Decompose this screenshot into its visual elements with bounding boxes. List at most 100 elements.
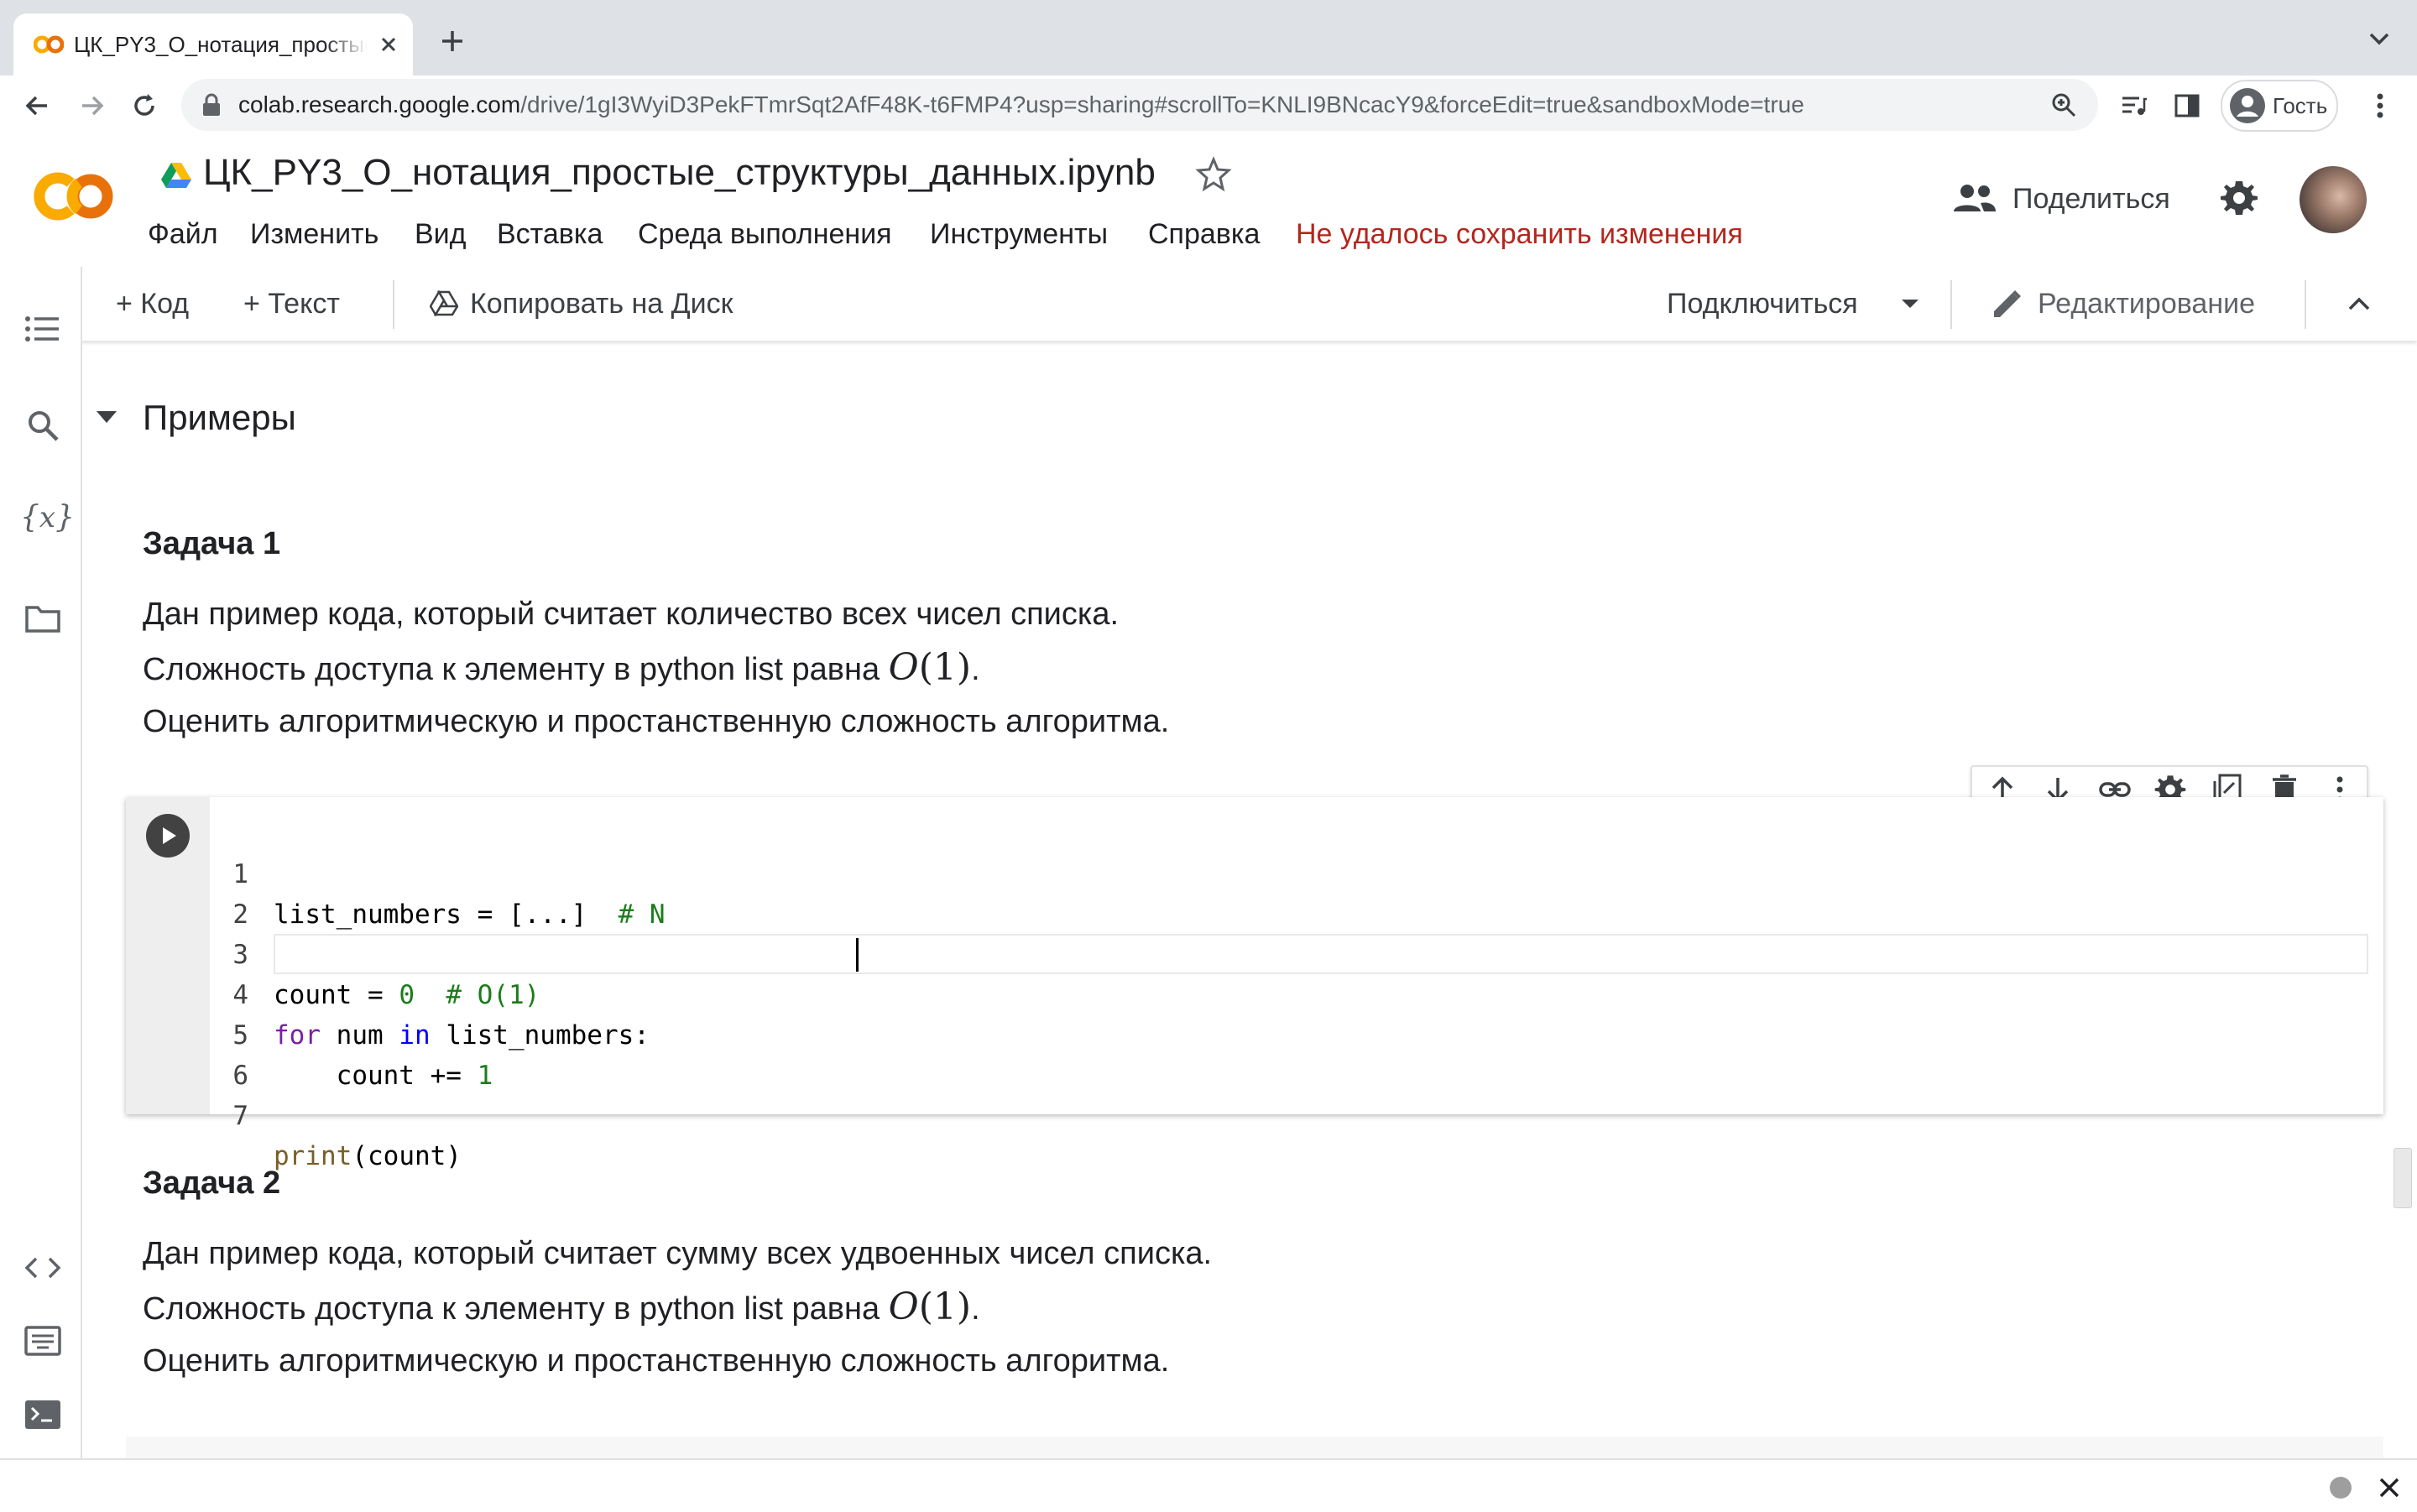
side-panel-icon[interactable] xyxy=(2172,91,2202,121)
task2-line3: Оценить алгоритмическую и простанственну… xyxy=(143,1343,1170,1379)
close-status-icon[interactable] xyxy=(2377,1475,2402,1500)
task1-line2: Сложность доступа к элементу в python li… xyxy=(143,641,980,696)
profile-label: Гость xyxy=(2273,93,2328,118)
copy-to-drive-button[interactable]: Копировать на Диск xyxy=(470,267,733,341)
toolbar-divider xyxy=(393,280,394,329)
connect-dropdown-icon[interactable] xyxy=(1900,297,1920,310)
task1-line2-text: Сложность доступа к элементу в python li… xyxy=(143,652,889,687)
url-text[interactable]: colab.research.google.com/drive/1gI3WyiD… xyxy=(238,79,1804,131)
close-tab-icon[interactable] xyxy=(378,34,399,55)
line-number: 7 xyxy=(232,1101,248,1131)
share-button[interactable]: Поделиться xyxy=(2012,178,2170,220)
toolbar-divider xyxy=(1950,280,1952,329)
menu-file[interactable]: Файл xyxy=(148,215,218,253)
next-code-cell[interactable] xyxy=(126,1436,2383,1458)
code-line: 6 xyxy=(210,1015,2383,1091)
code-editor[interactable]: 1 list_numbers = [...] # N 2 3 count = 0… xyxy=(210,797,2383,1171)
omnibox[interactable]: colab.research.google.com/drive/1gI3WyiD… xyxy=(181,79,2098,131)
colab-logo-icon[interactable] xyxy=(30,169,117,223)
lock-icon[interactable] xyxy=(200,92,223,117)
back-icon[interactable] xyxy=(22,91,52,121)
task1-math-o: O xyxy=(888,646,919,689)
code-function: print xyxy=(274,1141,352,1171)
code-line: 4 for num in list_numbers: xyxy=(210,935,2383,1051)
task2-math-arg: (1) xyxy=(918,1285,972,1328)
code-line: 7 print(count) xyxy=(210,1056,2383,1171)
reload-icon[interactable] xyxy=(129,91,159,121)
guest-avatar-icon xyxy=(2230,88,2265,123)
section-collapse-caret-icon[interactable] xyxy=(94,408,119,426)
menu-edit[interactable]: Изменить xyxy=(250,215,378,253)
task2-math-o: O xyxy=(888,1285,919,1328)
run-cell-button[interactable] xyxy=(146,814,190,858)
code-line: 5 count += 1 xyxy=(210,975,2383,1091)
notebook-toolbar: + Код + Текст Копировать на Диск Подключ… xyxy=(81,267,2417,341)
tab-title: ЦК_PY3_O_нотация_простые_структуры_данны… xyxy=(74,32,368,57)
menu-tools[interactable]: Инструменты xyxy=(930,215,1108,253)
star-icon[interactable] xyxy=(1195,156,1232,193)
user-avatar[interactable] xyxy=(2300,166,2367,233)
collapse-header-icon[interactable] xyxy=(2347,294,2372,314)
code-line: 2 xyxy=(210,854,2383,930)
connect-button[interactable]: Подключиться xyxy=(1667,267,1858,341)
zoom-icon[interactable] xyxy=(2049,91,2078,119)
url-path: /drive/1gI3WyiD3PekFTmrSqt2AfF48K-t6FMP4… xyxy=(520,91,1804,117)
forward-icon[interactable] xyxy=(77,91,107,121)
pencil-icon[interactable] xyxy=(1991,289,2023,321)
colab-favicon-icon xyxy=(34,35,64,54)
cell-gutter xyxy=(126,797,210,1114)
task1-math-arg: (1) xyxy=(918,646,972,689)
add-text-button[interactable]: + Текст xyxy=(243,267,340,341)
add-code-button[interactable]: + Код xyxy=(116,267,189,341)
terminal-icon[interactable] xyxy=(23,1398,62,1431)
menu-insert[interactable]: Вставка xyxy=(497,215,603,253)
task2-line1: Дан пример кода, который считает сумму в… xyxy=(143,1236,1213,1271)
section-heading[interactable]: Примеры xyxy=(143,394,296,441)
toolbar-divider xyxy=(2305,280,2306,329)
task1-title: Задача 1 xyxy=(143,526,281,561)
code-line: 1 list_numbers = [...] # N xyxy=(210,814,2383,930)
code-line: 3 count = 0 # O(1) xyxy=(210,894,2383,1010)
new-tab-icon[interactable] xyxy=(438,27,467,55)
task1-line3: Оценить алгоритмическую и простанственну… xyxy=(143,704,1170,739)
files-folder-icon[interactable] xyxy=(23,602,62,636)
code-snippets-icon[interactable] xyxy=(23,1252,62,1284)
editing-mode-button[interactable]: Редактирование xyxy=(2038,267,2255,341)
google-drive-icon xyxy=(161,163,191,188)
people-icon[interactable] xyxy=(1952,181,1997,215)
search-icon[interactable] xyxy=(25,408,62,445)
task2-math: O(1) xyxy=(889,1285,971,1328)
menu-view[interactable]: Вид xyxy=(415,215,467,253)
task2-title: Задача 2 xyxy=(143,1165,281,1201)
task1-line2-suffix: . xyxy=(971,652,980,687)
text-cursor xyxy=(856,938,859,972)
table-of-contents-icon[interactable] xyxy=(23,310,62,347)
browser-tab-bar: ЦК_PY3_O_нотация_простые_структуры_данны… xyxy=(0,0,2417,76)
code-text: (count) xyxy=(352,1141,462,1171)
browser-tab[interactable]: ЦК_PY3_O_нотация_простые_структуры_данны… xyxy=(13,13,413,76)
tab-search-chevron-icon[interactable] xyxy=(2367,30,2392,47)
bottom-status-bar xyxy=(0,1458,2417,1512)
media-queue-icon[interactable] xyxy=(2118,91,2148,121)
play-icon xyxy=(163,827,176,844)
task2-line2: Сложность доступа к элементу в python li… xyxy=(143,1280,980,1336)
variables-icon[interactable]: {x} xyxy=(20,500,75,534)
colab-header: ЦК_PY3_O_нотация_простые_структуры_данны… xyxy=(0,134,2417,269)
browser-address-bar: colab.research.google.com/drive/1gI3WyiD… xyxy=(0,76,2417,136)
status-indicator-dot[interactable] xyxy=(2330,1477,2352,1499)
code-cell: 1 list_numbers = [...] # N 2 3 count = 0… xyxy=(126,797,2383,1171)
task2-line2-suffix: . xyxy=(971,1291,980,1327)
command-palette-icon[interactable] xyxy=(23,1324,62,1358)
profile-guest-button[interactable]: Гость xyxy=(2221,80,2338,132)
menu-help[interactable]: Справка xyxy=(1148,215,1260,253)
settings-gear-icon[interactable] xyxy=(2219,178,2259,218)
menu-runtime[interactable]: Среда выполнения xyxy=(638,215,892,253)
task1-line1: Дан пример кода, который считает количес… xyxy=(143,597,1120,632)
browser-menu-icon[interactable] xyxy=(2368,89,2392,123)
notebook-title[interactable]: ЦК_PY3_O_нотация_простые_структуры_данны… xyxy=(203,149,1156,196)
url-domain: colab.research.google.com xyxy=(238,91,521,117)
drive-copy-icon[interactable] xyxy=(430,290,458,317)
save-error-message[interactable]: Не удалось сохранить изменения xyxy=(1296,215,1743,253)
scrollbar-thumb[interactable] xyxy=(2394,1148,2412,1208)
task2-line2-text: Сложность доступа к элементу в python li… xyxy=(143,1291,889,1327)
